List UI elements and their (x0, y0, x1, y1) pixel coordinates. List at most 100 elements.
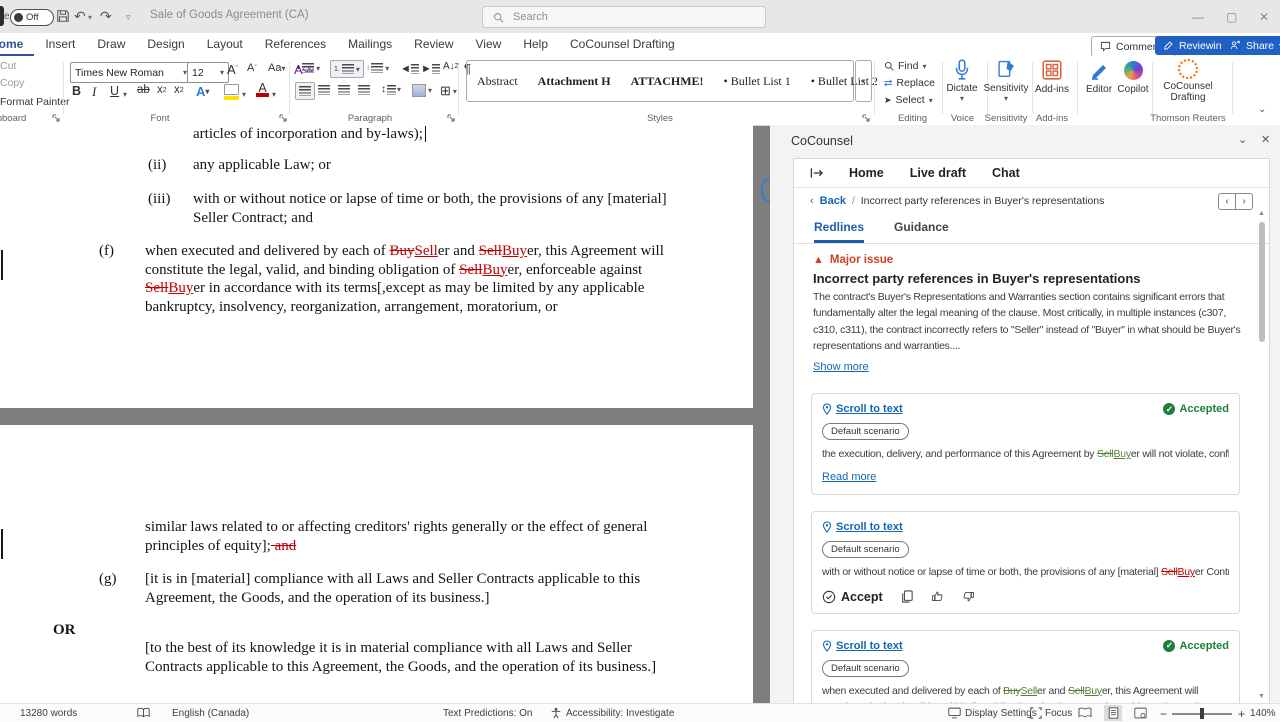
style-item-bullet-list-1[interactable]: • Bullet List 1 (714, 61, 801, 101)
select-button[interactable]: ➤Select▾ (884, 94, 933, 106)
panel-nav-home[interactable]: Home (849, 166, 884, 180)
menu-tab-help[interactable]: Help (512, 33, 559, 56)
style-item-abstract[interactable]: Abstract (467, 61, 528, 101)
menu-tab-design[interactable]: Design (136, 33, 195, 56)
shading-button[interactable]: ▾ (412, 84, 432, 97)
copy-button[interactable]: Copy (0, 77, 25, 89)
bold-button[interactable]: B (72, 84, 81, 98)
style-item-attachme-[interactable]: ATTACHME! (621, 61, 714, 101)
borders-button[interactable]: ⊞▾ (440, 83, 457, 99)
tab-redlines[interactable]: Redlines (814, 220, 864, 243)
clipboard-dialog-launcher[interactable] (52, 114, 60, 122)
scrollbar-thumb[interactable] (1259, 222, 1265, 342)
back-chevron-icon[interactable]: ‹ (810, 195, 814, 207)
scroll-to-text-link[interactable]: Scroll to text (822, 640, 903, 652)
panel-collapse-chevron-icon[interactable]: ⌄ (1238, 133, 1247, 146)
font-size-combo[interactable]: 12▾ (187, 62, 229, 83)
scroll-to-text-link[interactable]: Scroll to text (822, 403, 903, 415)
highlight-chevron-icon[interactable]: ▾ (242, 90, 246, 99)
styles-gallery-more-button[interactable]: ▾ (855, 60, 872, 102)
change-case-button[interactable]: Aa▾ (268, 62, 285, 74)
print-layout-icon[interactable] (1104, 705, 1122, 721)
menu-tab-cocounsel-drafting[interactable]: CoCounsel Drafting (559, 33, 686, 56)
paragraph-continuation[interactable]: articles of incorporation and by-laws); (193, 125, 423, 144)
align-left-button[interactable] (295, 82, 315, 100)
format-painter-button[interactable]: Format Painter (0, 96, 69, 108)
scroll-to-text-link[interactable]: Scroll to text (822, 521, 903, 533)
font-color-chevron-icon[interactable]: ▾ (272, 90, 276, 99)
zoom-out-button[interactable]: − (1160, 707, 1167, 721)
copy-icon[interactable] (901, 590, 913, 603)
accessibility-icon[interactable] (550, 707, 562, 719)
replace-button[interactable]: ⇄Replace (884, 77, 935, 89)
cut-button[interactable]: Cut (0, 60, 16, 72)
highlight-color-button[interactable] (224, 84, 239, 100)
menu-tab-mailings[interactable]: Mailings (337, 33, 403, 56)
style-item-attachment-h[interactable]: Attachment H (528, 61, 621, 101)
panel-nav-live-draft[interactable]: Live draft (910, 166, 966, 180)
sort-button[interactable]: A↓Z (443, 61, 459, 72)
sensitivity-button[interactable]: Sensitivity▾ (983, 59, 1029, 103)
undo-button[interactable]: ↶ (74, 8, 86, 25)
paragraph-alt[interactable]: [to the best of its knowledge it is in m… (145, 639, 690, 676)
close-button[interactable]: ✕ (1259, 10, 1269, 24)
next-issue-button[interactable]: › (1236, 193, 1253, 210)
menu-tab-insert[interactable]: Insert (34, 33, 86, 56)
zoom-slider-thumb[interactable] (1200, 708, 1204, 719)
minimize-button[interactable]: — (1192, 10, 1204, 24)
cocounsel-drafting-button[interactable]: CoCounsel Drafting (1158, 59, 1218, 103)
subscript-button[interactable]: x2 (157, 84, 167, 96)
paragraph-ii[interactable]: any applicable Law; or (193, 156, 673, 175)
thumbs-down-icon[interactable] (962, 590, 975, 603)
focus-icon[interactable] (1030, 707, 1042, 719)
back-link[interactable]: Back (820, 195, 846, 207)
accept-button[interactable]: Accept (822, 590, 883, 604)
document-page-2[interactable]: similar laws related to or affecting cre… (0, 425, 753, 703)
superscript-button[interactable]: x2 (174, 84, 184, 96)
collapse-sidebar-icon[interactable] (810, 167, 823, 179)
quick-access-more-icon[interactable]: ▿ (126, 12, 131, 23)
styles-dialog-launcher[interactable] (862, 114, 870, 122)
document-page-1[interactable]: articles of incorporation and by-laws); … (0, 125, 753, 408)
grow-font-button[interactable]: Aˆ (227, 62, 238, 77)
word-count[interactable]: 13280 words (20, 708, 77, 719)
zoom-in-button[interactable]: + (1238, 707, 1245, 721)
zoom-level[interactable]: 140% (1250, 708, 1276, 719)
paragraph-dialog-launcher[interactable] (447, 114, 455, 122)
multilevel-list-button[interactable]: ⁝▾ (367, 63, 389, 73)
menu-tab-home[interactable]: Home (0, 33, 34, 56)
paragraph-iii[interactable]: with or without notice or lapse of time … (193, 190, 673, 227)
italic-button[interactable]: I (92, 84, 96, 100)
redo-button[interactable]: ↷ (100, 8, 112, 25)
underline-button[interactable]: U (110, 84, 119, 98)
web-layout-icon[interactable] (1134, 707, 1147, 719)
thumbs-up-icon[interactable] (931, 590, 944, 603)
font-dialog-launcher[interactable] (279, 114, 287, 122)
display-settings-icon[interactable] (948, 707, 961, 719)
menu-tab-review[interactable]: Review (403, 33, 464, 56)
panel-scrollbar[interactable]: ▲ ▼ (1256, 210, 1267, 700)
strikethrough-button[interactable]: ab (137, 84, 150, 96)
search-input[interactable] (511, 10, 715, 24)
increase-indent-button[interactable]: ► (421, 63, 440, 75)
menu-tab-draw[interactable]: Draw (86, 33, 136, 56)
copilot-button[interactable]: Copilot (1112, 61, 1154, 95)
paragraph-f[interactable]: when executed and delivered by each of B… (145, 242, 690, 316)
menu-tab-layout[interactable]: Layout (196, 33, 254, 56)
share-button[interactable]: Share▾ (1222, 36, 1280, 55)
tab-guidance[interactable]: Guidance (894, 220, 949, 243)
show-more-link[interactable]: Show more (813, 361, 869, 373)
read-more-link[interactable]: Read more (822, 471, 876, 483)
accessibility-status[interactable]: Accessibility: Investigate (566, 708, 674, 719)
menu-tab-view[interactable]: View (465, 33, 513, 56)
numbered-list-button[interactable]: 1.▾ (330, 60, 364, 78)
font-name-combo[interactable]: Times New Roman▾ (70, 62, 192, 83)
panel-nav-chat[interactable]: Chat (992, 166, 1020, 180)
language-status[interactable]: English (Canada) (172, 708, 249, 719)
focus-button[interactable]: Focus (1045, 708, 1072, 719)
search-box[interactable] (482, 6, 766, 28)
add-ins-button[interactable]: Add-ins (1030, 59, 1074, 95)
undo-chevron-icon[interactable]: ▾ (88, 13, 92, 22)
menu-tab-references[interactable]: References (254, 33, 337, 56)
paragraph-continuation-2[interactable]: similar laws related to or affecting cre… (145, 518, 690, 555)
